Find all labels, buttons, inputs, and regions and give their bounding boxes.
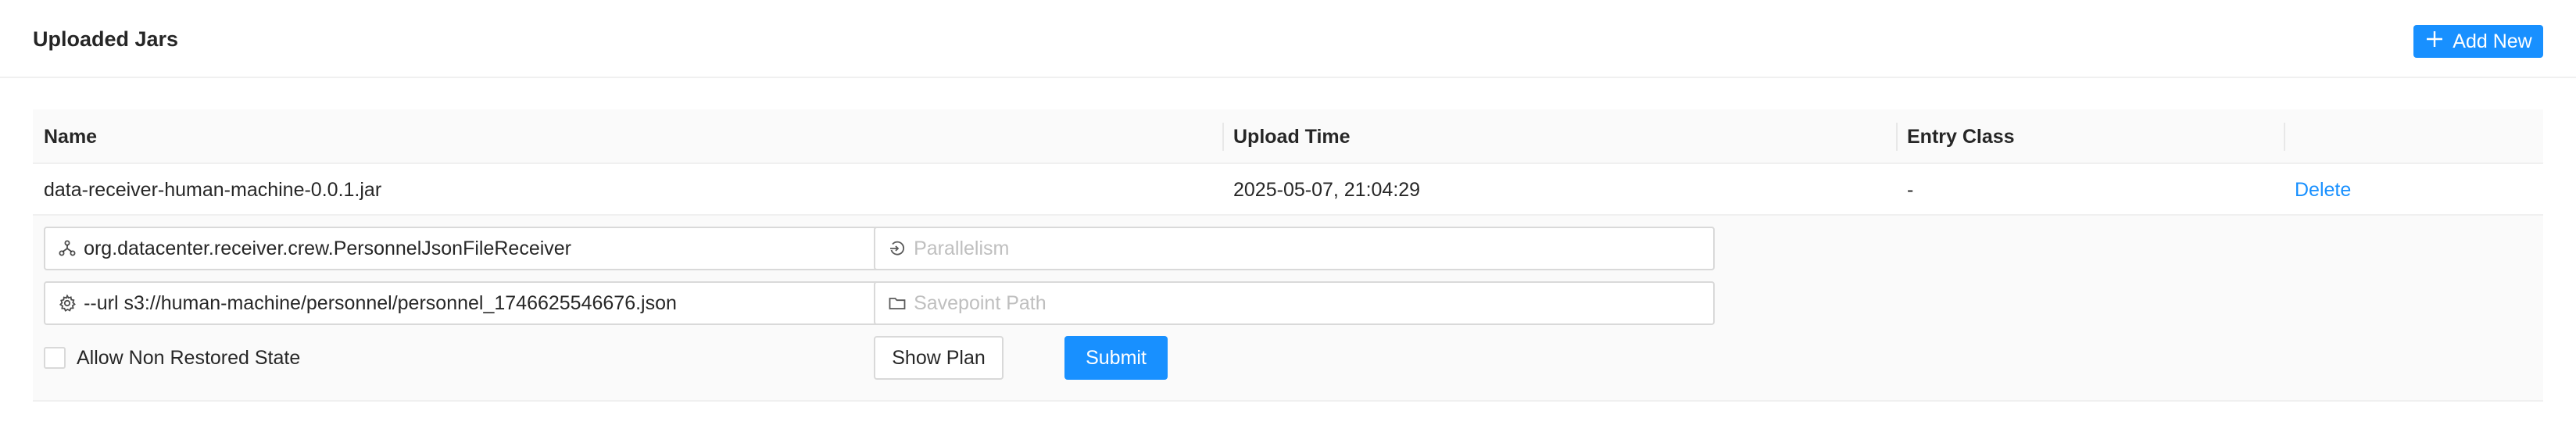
add-new-label: Add New [2453,30,2532,52]
show-plan-button[interactable]: Show Plan [874,336,1004,380]
program-args-input[interactable] [84,291,894,315]
jar-entry-class: - [1907,179,1914,201]
program-args-field[interactable] [44,281,896,325]
allow-non-restored-state-label: Allow Non Restored State [77,346,301,369]
allow-non-restored-state-option[interactable]: Allow Non Restored State [44,344,300,372]
submit-job-form: Allow Non Restored State Show Plan Submi… [33,216,2543,402]
jar-upload-time: 2025-05-07, 21:04:29 [1233,179,1421,201]
savepoint-path-field[interactable] [874,281,1715,325]
uploaded-jars-card: Uploaded Jars Add New Name Upload Time E… [0,0,2576,436]
jar-name: data-receiver-human-machine-0.0.1.jar [44,179,382,201]
show-plan-label: Show Plan [892,346,986,369]
card-title: Uploaded Jars [33,27,179,51]
submit-label: Submit [1086,346,1147,369]
entry-class-input[interactable] [84,237,894,260]
column-header-name: Name [44,126,98,148]
savepoint-path-input[interactable] [914,291,1713,315]
parallelism-field[interactable] [874,227,1715,270]
delete-link[interactable]: Delete [2295,179,2351,201]
submit-button[interactable]: Submit [1064,336,1168,380]
table-row[interactable]: data-receiver-human-machine-0.0.1.jar 20… [33,164,2543,216]
plus-icon [2424,29,2445,54]
add-new-button[interactable]: Add New [2413,25,2543,58]
parallelism-input[interactable] [914,237,1713,260]
table-header: Name Upload Time Entry Class [33,109,2543,164]
entry-class-field[interactable] [44,227,896,270]
cluster-icon [56,238,77,259]
login-icon [886,238,907,259]
column-header-actions [2284,109,2295,164]
column-header-upload-time: Upload Time [1233,126,1351,148]
folder-icon [886,292,907,314]
allow-non-restored-state-checkbox[interactable] [44,347,66,369]
card-header: Uploaded Jars Add New [0,0,2576,78]
column-header-entry-class: Entry Class [1907,126,2015,148]
gear-icon [56,292,77,314]
